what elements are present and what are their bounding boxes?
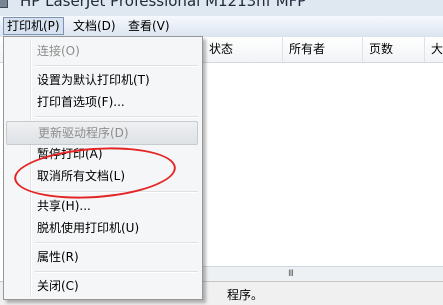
column-header-size[interactable]: 大小 xyxy=(424,37,443,62)
window-title: HP LaserJet Professional M1213nf MFP xyxy=(20,0,307,10)
menu-separator xyxy=(35,242,198,244)
menu-item-label: 属性(R) xyxy=(37,250,79,264)
menu-item-label: 脱机使用打印机(U) xyxy=(37,221,140,235)
menu-item-preferences[interactable]: 打印首选项(F)... xyxy=(6,91,198,113)
menu-item-set-default[interactable]: 设置为默认打印机(T) xyxy=(6,69,198,91)
menu-item-sharing[interactable]: 共享(H)... xyxy=(6,195,198,217)
menu-separator xyxy=(35,116,198,118)
menu-item-label: 设置为默认打印机(T) xyxy=(37,73,150,87)
column-header-owner[interactable]: 所有者 xyxy=(282,37,325,62)
menu-item-properties[interactable]: 属性(R) xyxy=(6,246,198,268)
horizontal-scrollbar[interactable]: III xyxy=(200,266,443,281)
menu-item-label: 打印首选项(F)... xyxy=(37,95,125,109)
menu-item-update-driver: 更新驱动程序(D) xyxy=(6,121,198,145)
menu-item-close[interactable]: 关闭(C) xyxy=(6,275,198,297)
menu-separator xyxy=(35,65,198,67)
column-header-pages[interactable]: 页数 xyxy=(362,37,393,62)
menu-printer[interactable]: 打印机(P) xyxy=(3,17,64,35)
menu-item-connect: 连接(O) xyxy=(6,40,198,62)
printer-icon xyxy=(0,0,8,8)
menu-item-use-offline[interactable]: 脱机使用打印机(U) xyxy=(6,217,198,239)
title-bar: HP LaserJet Professional M1213nf MFP xyxy=(0,0,443,16)
menu-item-label: 关闭(C) xyxy=(37,279,79,293)
menu-view[interactable]: 查看(V) xyxy=(125,18,173,34)
menu-document[interactable]: 文档(D) xyxy=(70,18,119,34)
column-header-status[interactable]: 状态 xyxy=(202,37,233,62)
menu-item-label: 更新驱动程序(D) xyxy=(38,126,129,140)
scroll-grip-icon[interactable]: III xyxy=(288,269,294,279)
menu-item-label: 连接(O) xyxy=(37,44,80,58)
status-text: 程序。 xyxy=(227,288,264,302)
menu-separator xyxy=(35,271,198,273)
menu-bar: 打印机(P) 文档(D) 查看(V) xyxy=(0,16,443,38)
